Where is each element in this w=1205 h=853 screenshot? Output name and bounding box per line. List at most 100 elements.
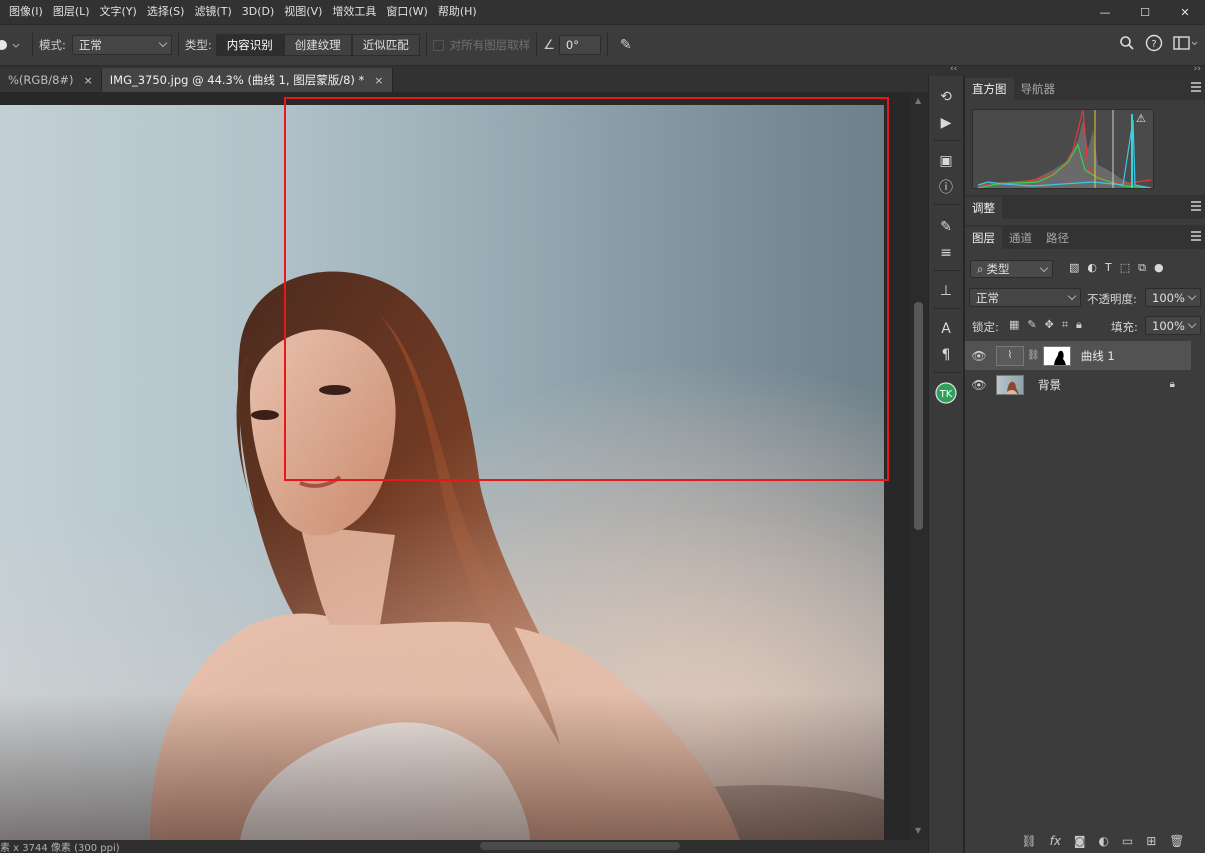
tab-channels[interactable]: 通道 [1002, 227, 1039, 249]
expand-icon[interactable]: ›› [1194, 64, 1201, 74]
selection-rectangle[interactable] [284, 97, 889, 481]
add-mask-icon[interactable]: ◙ [1074, 834, 1086, 848]
properties-icon[interactable]: ≡ [935, 242, 957, 264]
brush-settings-icon[interactable]: ✎ [935, 216, 957, 238]
lock-icon[interactable]: 🔒︎ [1170, 379, 1175, 390]
delete-layer-icon[interactable]: 🗑︎ [1169, 834, 1184, 848]
scrollbar-thumb[interactable] [914, 302, 923, 530]
new-layer-icon[interactable]: ⊞ [1146, 834, 1156, 848]
lock-position-icon[interactable]: ✥ [1045, 318, 1054, 332]
close-icon[interactable]: × [374, 74, 383, 87]
tab-histogram[interactable]: 直方图 [965, 78, 1014, 100]
scroll-up-icon[interactable]: ▲ [915, 96, 921, 105]
tab-navigator[interactable]: 导航器 [1014, 78, 1063, 100]
menu-view[interactable]: 视图(V) [279, 0, 327, 24]
mask-link-icon[interactable]: ⛓︎ [1027, 350, 1040, 361]
layer-style-icon[interactable]: fx [1050, 834, 1061, 848]
divider [425, 33, 427, 57]
lock-artboard-icon[interactable]: ⌗ [1062, 318, 1068, 332]
panel-menu-icon[interactable] [1191, 231, 1201, 241]
maximize-button[interactable]: ☐ [1125, 0, 1165, 24]
chevron-down-icon [1067, 291, 1077, 301]
tab-layers[interactable]: 图层 [965, 227, 1002, 249]
fill-input[interactable]: 100% [1145, 316, 1201, 335]
filter-toggle-icon[interactable]: ● [1154, 261, 1164, 275]
shape-filter-icon[interactable]: ⬚ [1120, 261, 1130, 275]
menu-image[interactable]: 图像(I) [4, 0, 48, 24]
adjustment-filter-icon[interactable]: ◐ [1087, 261, 1097, 275]
angle-input[interactable]: 0° [558, 35, 601, 55]
lock-transparency-icon[interactable]: ▦ [1009, 318, 1019, 332]
fill-label: 填充: [1111, 320, 1138, 334]
scroll-down-icon[interactable]: ▼ [915, 826, 921, 835]
menu-help[interactable]: 帮助(H) [433, 0, 482, 24]
smart-object-filter-icon[interactable]: ⧉ [1138, 261, 1146, 275]
plugin-tk-icon[interactable]: TK [935, 382, 957, 404]
layer-filter-select[interactable]: ⌕ 类型 [970, 260, 1053, 278]
history-icon[interactable]: ⟲ [935, 86, 957, 108]
image-filter-icon[interactable]: ▧ [1069, 261, 1079, 275]
pressure-icon[interactable]: ✎ [620, 37, 632, 53]
library-icon[interactable]: ▣ [935, 150, 957, 172]
vertical-scrollbar[interactable]: ▲ ▼ [910, 92, 928, 840]
layer-mask-thumbnail[interactable] [1042, 345, 1071, 366]
mode-select[interactable]: 正常 [71, 35, 172, 55]
menu-type[interactable]: 文字(Y) [95, 0, 142, 24]
create-texture-button[interactable]: 创建纹理 [283, 34, 352, 56]
collapse-icon[interactable]: ‹‹ [950, 64, 957, 74]
visibility-eye-icon[interactable]: 👁︎ [965, 349, 993, 363]
menu-window[interactable]: 窗口(W) [381, 0, 432, 24]
tool-preset-icon[interactable] [0, 32, 26, 58]
angle-value: 0° [565, 38, 579, 52]
layer-row-curves[interactable]: 👁︎ ⌇ ⛓︎ 曲线 1 [965, 341, 1191, 370]
new-adjustment-icon[interactable]: ◐ [1099, 834, 1109, 848]
right-panel-dock: 直方图 导航器 ⚠ 调整 图层 通道 路径 ⌕ 类型 ▧ ◐ T ⬚ ⧉ ● 正… [965, 76, 1205, 853]
opacity-input[interactable]: 100% [1145, 288, 1201, 307]
clone-source-icon[interactable]: ⊥ [935, 280, 957, 302]
panel-menu-icon[interactable] [1191, 82, 1201, 92]
minimize-button[interactable]: — [1085, 0, 1125, 24]
panel-collapse-bar[interactable]: ‹‹ ›› [928, 64, 1205, 76]
close-icon[interactable]: × [84, 74, 93, 87]
opacity-label: 不透明度: [1087, 292, 1137, 306]
svg-text:TK: TK [939, 389, 953, 400]
menu-plugins[interactable]: 增效工具 [327, 0, 381, 24]
blend-mode-select[interactable]: 正常 [969, 288, 1081, 307]
tab-paths[interactable]: 路径 [1039, 227, 1076, 249]
canvas-area[interactable] [0, 92, 910, 840]
lock-all-icon[interactable]: 🔒︎ [1076, 318, 1082, 332]
close-button[interactable]: ✕ [1165, 0, 1205, 24]
type-filter-icon[interactable]: T [1105, 261, 1112, 275]
divider [606, 33, 608, 57]
tab-label: IMG_3750.jpg @ 44.3% (曲线 1, 图层蒙版/8) * [109, 73, 365, 87]
panel-menu-icon[interactable] [1191, 201, 1201, 211]
menu-filter[interactable]: 滤镜(T) [189, 0, 236, 24]
tab-document-2[interactable]: IMG_3750.jpg @ 44.3% (曲线 1, 图层蒙版/8) * × [101, 68, 393, 92]
lock-icons: ▦ ✎ ✥ ⌗ 🔒︎ [1009, 318, 1082, 332]
content-aware-button[interactable]: 内容识别 [215, 34, 284, 56]
menu-layer[interactable]: 图层(L) [48, 0, 95, 24]
paragraph-icon[interactable]: ¶ [935, 344, 957, 366]
menu-select[interactable]: 选择(S) [142, 0, 190, 24]
info-icon[interactable]: ⓘ [935, 176, 957, 198]
visibility-eye-icon[interactable]: 👁︎ [965, 378, 993, 392]
help-icon[interactable]: ? [1145, 34, 1163, 52]
character-icon[interactable]: A [935, 318, 957, 340]
tab-document-1[interactable]: %(RGB/8#) × [0, 68, 102, 92]
sample-all-checkbox[interactable] [432, 39, 444, 51]
link-layers-icon[interactable]: ⛓︎ [1021, 834, 1036, 848]
menu-3d[interactable]: 3D(D) [237, 0, 280, 24]
layer-row-background[interactable]: 👁︎ 背景 🔒︎ [965, 370, 1191, 399]
horizontal-scrollbar-thumb[interactable] [480, 842, 680, 850]
new-group-icon[interactable]: ▭ [1122, 834, 1133, 848]
workspace-icon[interactable] [1173, 35, 1199, 51]
adjustments-panel-tabs: 调整 [965, 195, 1205, 219]
search-icon[interactable] [1119, 35, 1135, 51]
actions-play-icon[interactable]: ▶ [935, 112, 957, 134]
fill-value: 100% [1152, 318, 1185, 333]
warning-icon[interactable]: ⚠ [1136, 112, 1146, 125]
lock-pixels-icon[interactable]: ✎ [1027, 318, 1036, 332]
layer-filter-value: 类型 [986, 262, 1010, 276]
tab-adjustments[interactable]: 调整 [965, 197, 1002, 219]
proximity-match-button[interactable]: 近似匹配 [351, 34, 420, 56]
